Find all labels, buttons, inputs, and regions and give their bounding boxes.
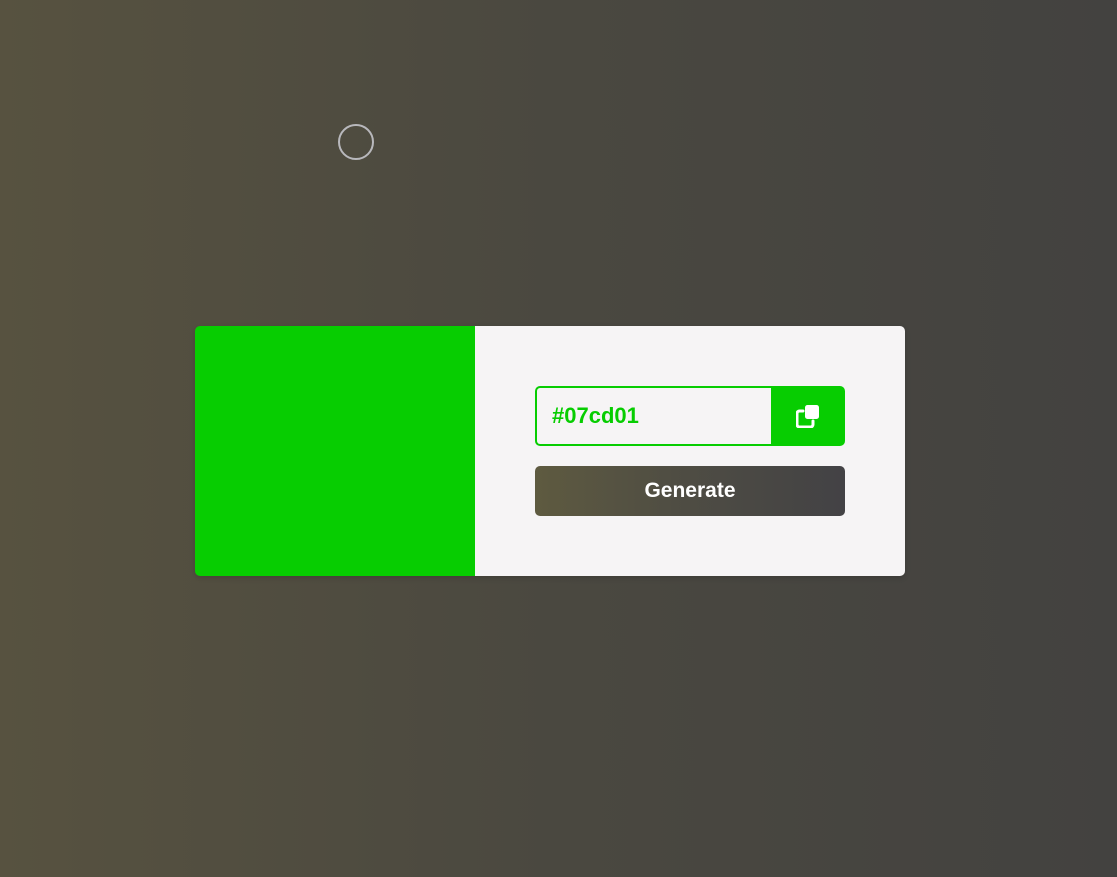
hex-row — [535, 386, 845, 446]
hex-code-input[interactable] — [535, 386, 771, 446]
color-swatch — [195, 326, 475, 576]
color-generator-card: Generate — [195, 326, 905, 576]
controls-panel: Generate — [475, 326, 905, 576]
generate-button[interactable]: Generate — [535, 466, 845, 516]
copy-button[interactable] — [771, 386, 845, 446]
copy-icon — [796, 404, 820, 428]
cursor-ring — [338, 124, 374, 160]
